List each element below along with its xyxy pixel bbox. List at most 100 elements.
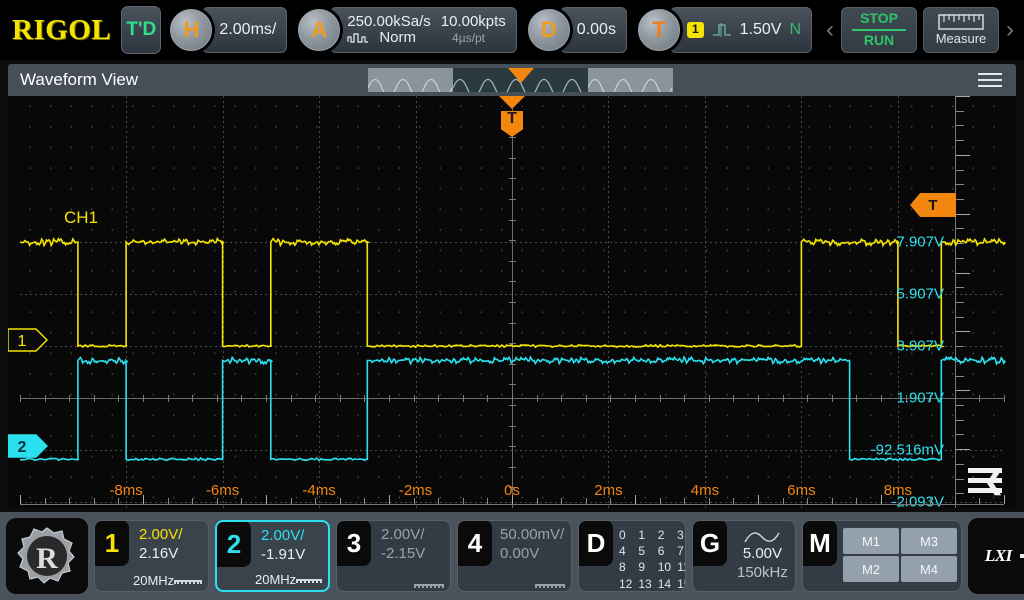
math-card[interactable]: M M1M3M2M4 [802, 520, 962, 592]
digital-channel-12[interactable]: 12 [619, 576, 632, 592]
ch2-ground-marker[interactable]: 2 [8, 434, 48, 458]
digital-badge: D [579, 520, 613, 566]
trigger-knob-icon[interactable]: T [638, 9, 680, 51]
digital-channel-9[interactable]: 9 [638, 559, 651, 575]
channel-scale-3: 2.00V/ [381, 526, 442, 545]
digital-channel-10[interactable]: 10 [658, 559, 671, 575]
dc-coupling-icon [296, 579, 322, 583]
channel-offset-4: 0.00V [500, 545, 564, 564]
speaker-mute-icon[interactable] [1018, 548, 1024, 564]
channel-card-3[interactable]: 3 2.00V/ -2.15V [336, 520, 451, 592]
trigger-position-arrow-icon[interactable] [499, 96, 525, 109]
digital-channel-2[interactable]: 2 [658, 527, 671, 543]
digital-channel-5[interactable]: 5 [638, 543, 651, 559]
time-tick [463, 498, 464, 504]
digital-channel-1[interactable]: 1 [638, 527, 651, 543]
channel-offset-2: -1.91V [261, 546, 320, 565]
time-label: -2ms [399, 482, 432, 499]
oscilloscope-screen: RIGOL T'D H 2.00ms/ A 250.00kSa/s 10.00k… [0, 0, 1024, 600]
time-tick [94, 498, 95, 504]
bottom-status-bar: R 1 2.00V/ 2.16V 20MHz [0, 512, 1024, 600]
digital-channel-grid[interactable]: 0123456789101112131415 [613, 521, 686, 591]
generator-card[interactable]: G 5.00V 150kHz [692, 520, 796, 592]
digital-channel-11[interactable]: 11 [677, 559, 686, 575]
gear-logo-icon: R [17, 526, 77, 586]
acquire-resolution-value: 4µs/pt [452, 32, 485, 45]
time-tick [217, 498, 218, 504]
time-tick [783, 498, 784, 504]
time-tick [438, 498, 439, 504]
chevron-right-icon[interactable]: › [1002, 16, 1018, 44]
digital-channel-7[interactable]: 7 [677, 543, 686, 559]
channel-cards: 1 2.00V/ 2.16V 20MHz 2 [94, 520, 572, 592]
channel-body-4: 50.00mV/ 0.00V [492, 521, 572, 591]
digital-channel-6[interactable]: 6 [658, 543, 671, 559]
channel-card-1[interactable]: 1 2.00V/ 2.16V 20MHz [94, 520, 209, 592]
position-marker-icon[interactable] [508, 68, 534, 83]
delay-panel[interactable]: 0.00s [560, 7, 627, 53]
waveform-navigation-bar[interactable] [368, 68, 673, 92]
delay-group[interactable]: D 0.00s [525, 3, 630, 57]
delay-knob-icon[interactable]: D [528, 9, 570, 51]
channel-card-4[interactable]: 4 50.00mV/ 0.00V [457, 520, 572, 592]
time-label: 4ms [691, 482, 719, 499]
run-stop-divider [852, 29, 906, 31]
time-tick [266, 495, 267, 504]
time-label: 6ms [787, 482, 815, 499]
digital-channel-0[interactable]: 0 [619, 527, 632, 543]
time-tick [315, 498, 316, 504]
digital-channel-4[interactable]: 4 [619, 543, 632, 559]
math-cell-m3[interactable]: M3 [901, 528, 957, 554]
math-cell-m4[interactable]: M4 [901, 556, 957, 582]
channel-card-2[interactable]: 2 2.00V/ -1.91V 20MHz [215, 520, 330, 592]
time-tick [635, 495, 636, 504]
horizontal-group[interactable]: H 2.00ms/ [167, 3, 290, 57]
channel-scale-4: 50.00mV/ [500, 526, 564, 545]
horizontal-scale-panel[interactable]: 2.00ms/ [202, 7, 287, 53]
nav-segment-right[interactable] [588, 68, 673, 92]
acquire-panel[interactable]: 250.00kSa/s 10.00kpts Norm 4µs/pt [330, 7, 516, 53]
time-label: -4ms [302, 482, 335, 499]
acquire-group[interactable]: A 250.00kSa/s 10.00kpts Norm 4µs/pt [295, 3, 519, 57]
time-tick [389, 495, 390, 504]
time-tick [364, 498, 365, 504]
trigger-status-button[interactable]: T'D [121, 6, 161, 54]
channel-badge-wrap-3: 3 [337, 521, 373, 591]
nav-segment-active[interactable] [453, 68, 588, 92]
time-tick [192, 498, 193, 504]
rigol-gear-logo-button[interactable]: R [6, 518, 88, 594]
hamburger-menu-icon[interactable] [978, 69, 1002, 91]
nav-segment-left[interactable] [368, 68, 453, 92]
time-tick [487, 498, 488, 504]
trigger-panel[interactable]: 1 1.50V N [670, 7, 812, 53]
math-cell-m1[interactable]: M1 [843, 528, 899, 554]
waveform-plot-area[interactable]: 7.907V5.907V3.907V1.907V-92.516mV-2.093V… [8, 96, 1016, 508]
gear-logo-letter: R [36, 542, 58, 575]
digital-channels-card[interactable]: D 0123456789101112131415 [578, 520, 686, 592]
time-tick [1004, 495, 1005, 504]
run-stop-label: STOP RUN [852, 11, 906, 48]
trigger-group[interactable]: T 1 1.50V N [635, 3, 815, 57]
toolbar-right-cluster: ‹ STOP RUN Measure [820, 2, 1020, 58]
time-label: -6ms [206, 482, 239, 499]
math-cell-grid[interactable]: M1M3M2M4 [837, 521, 962, 591]
ch1-ground-marker[interactable]: 1 [8, 328, 48, 352]
digital-channel-8[interactable]: 8 [619, 559, 632, 575]
sample-rate-value: 250.00kSa/s [347, 14, 430, 30]
horizontal-scale-value: 2.00ms/ [219, 21, 276, 39]
digital-channel-15[interactable]: 15 [677, 576, 686, 592]
channel-badge-wrap-4: 4 [458, 521, 492, 591]
digital-channel-13[interactable]: 13 [638, 576, 651, 592]
time-tick [610, 498, 611, 504]
digital-channel-3[interactable]: 3 [677, 527, 686, 543]
lxi-indicator: LXI [985, 546, 1012, 566]
channel-body-3: 2.00V/ -2.15V [373, 521, 450, 591]
run-stop-button[interactable]: STOP RUN [841, 7, 917, 53]
trigger-status-label: T'D [126, 19, 156, 41]
time-tick [832, 498, 833, 504]
measure-button[interactable]: Measure [923, 7, 999, 53]
system-status-box: LXI Rmt [968, 518, 1024, 594]
digital-channel-14[interactable]: 14 [658, 576, 671, 592]
math-cell-m2[interactable]: M2 [843, 556, 899, 582]
chevron-left-icon[interactable]: ‹ [822, 16, 838, 44]
